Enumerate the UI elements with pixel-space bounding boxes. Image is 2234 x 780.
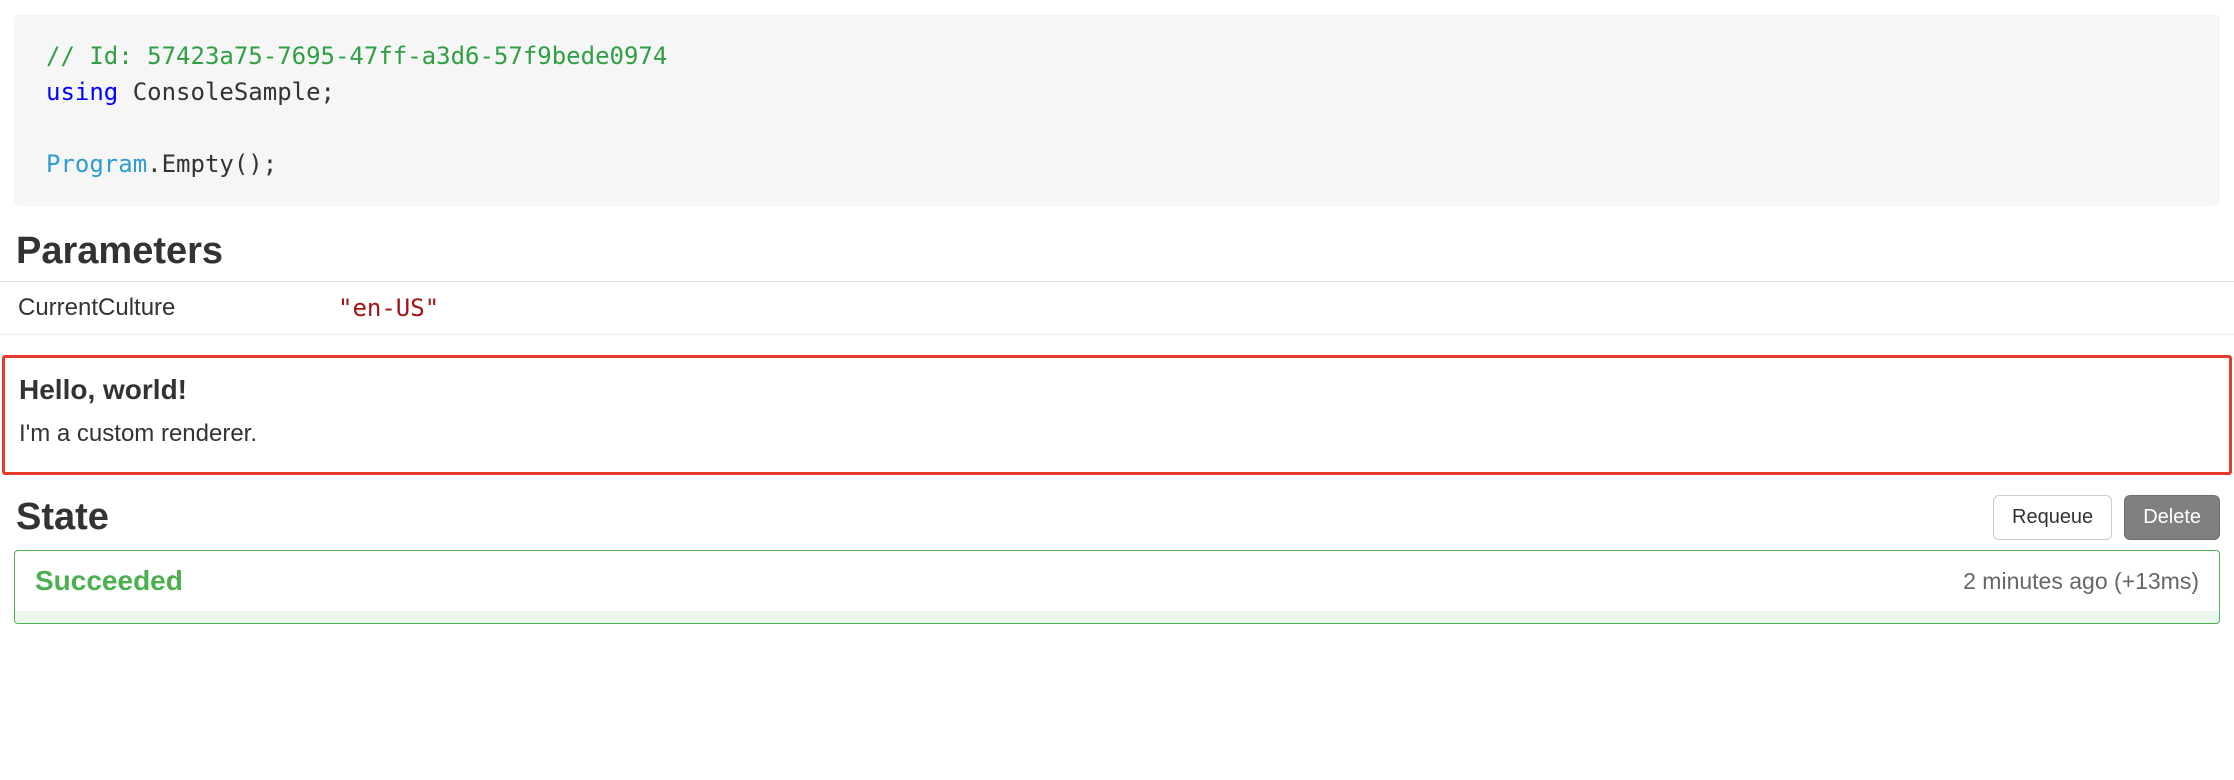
custom-text: I'm a custom renderer. <box>19 420 2215 448</box>
state-header-row: State Requeue Delete <box>0 495 2234 544</box>
parameters-table: CurrentCulture "en-US" <box>0 282 2234 335</box>
table-row: CurrentCulture "en-US" <box>0 282 2234 335</box>
state-heading: State <box>16 496 109 539</box>
requeue-button[interactable]: Requeue <box>1993 495 2112 540</box>
state-panel-header[interactable]: Succeeded 2 minutes ago (+13ms) <box>15 551 2219 611</box>
code-comment-line: // Id: 57423a75-7695-47ff-a3d6-57f9bede0… <box>46 38 2188 74</box>
custom-title: Hello, world! <box>19 374 2215 406</box>
delete-button[interactable]: Delete <box>2124 495 2220 540</box>
state-actions: Requeue Delete <box>1993 495 2220 540</box>
param-name: CurrentCulture <box>0 282 320 335</box>
parameters-heading: Parameters <box>0 220 2234 282</box>
code-block: // Id: 57423a75-7695-47ff-a3d6-57f9bede0… <box>14 14 2220 206</box>
code-using-line: using ConsoleSample; <box>46 74 2188 110</box>
state-time: 2 minutes ago (+13ms) <box>1963 568 2199 595</box>
custom-renderer-box: Hello, world! I'm a custom renderer. <box>2 355 2232 475</box>
code-blank-line <box>46 110 2188 146</box>
state-panel: Succeeded 2 minutes ago (+13ms) <box>14 550 2220 624</box>
param-value: "en-US" <box>320 282 2234 335</box>
state-panel-body <box>15 611 2219 623</box>
state-status: Succeeded <box>35 565 183 597</box>
code-call-line: Program.Empty(); <box>46 146 2188 182</box>
